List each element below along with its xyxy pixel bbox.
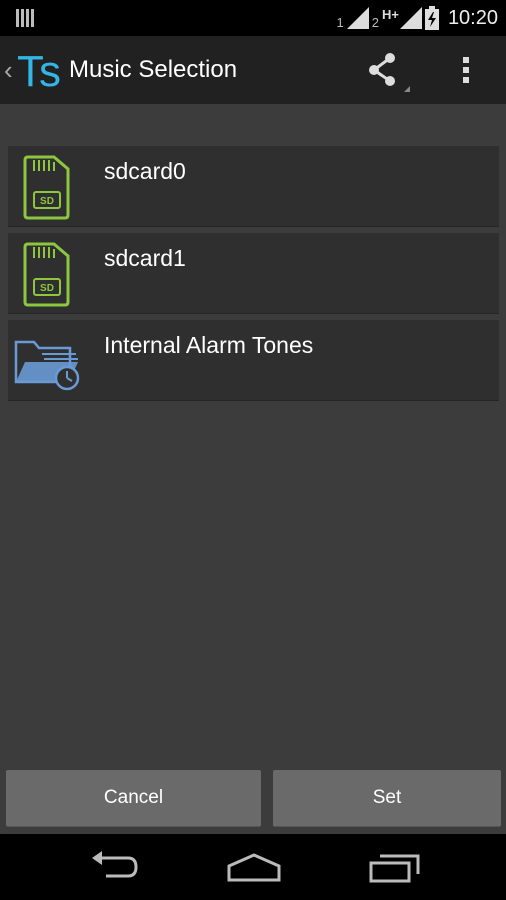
list-item-label: sdcard0 — [104, 158, 186, 184]
svg-text:Ts: Ts — [17, 47, 61, 94]
list-item-label: sdcard1 — [104, 245, 186, 271]
home-icon[interactable] — [226, 850, 282, 884]
overflow-menu-icon[interactable] — [448, 48, 484, 92]
status-bar: 1 2 H+ 10:20 — [0, 0, 506, 36]
clock: 10:20 — [447, 6, 498, 29]
signal-icon — [346, 7, 369, 29]
sim2-label: 2 — [371, 14, 379, 30]
navigation-bar — [0, 834, 506, 900]
page-title: Music Selection — [69, 56, 238, 83]
network-type: H+ — [381, 6, 399, 22]
list-item-label: Internal Alarm Tones — [104, 332, 314, 358]
signal-icon — [399, 7, 422, 29]
sd-card-icon: SD — [23, 155, 70, 220]
list-item-sdcard0[interactable]: SD sdcard0 — [8, 146, 499, 227]
list-item-internal-alarm-tones[interactable]: Internal Alarm Tones — [8, 320, 499, 401]
app-logo[interactable]: Ts — [17, 46, 65, 94]
button-bar: Cancel Set — [0, 768, 506, 830]
cancel-button[interactable]: Cancel — [6, 770, 261, 827]
set-button[interactable]: Set — [273, 770, 501, 827]
share-icon[interactable] — [358, 48, 414, 92]
back-icon[interactable] — [88, 850, 140, 884]
file-list: SD sdcard0 SD sdcard1 Internal Alarm Ton… — [8, 146, 499, 407]
action-bar: ‹ Ts Music Selection — [0, 36, 506, 104]
battery-charging-icon — [424, 6, 439, 30]
sd-card-icon: SD — [23, 242, 70, 307]
notification-icon — [16, 9, 34, 27]
svg-text:SD: SD — [40, 196, 54, 207]
list-item-sdcard1[interactable]: SD sdcard1 — [8, 233, 499, 314]
sim1-label: 1 — [336, 14, 344, 30]
back-caret-icon[interactable]: ‹ — [4, 55, 13, 86]
alarm-folder-icon — [14, 340, 80, 391]
recent-apps-icon[interactable] — [368, 850, 420, 884]
svg-text:SD: SD — [40, 283, 54, 294]
